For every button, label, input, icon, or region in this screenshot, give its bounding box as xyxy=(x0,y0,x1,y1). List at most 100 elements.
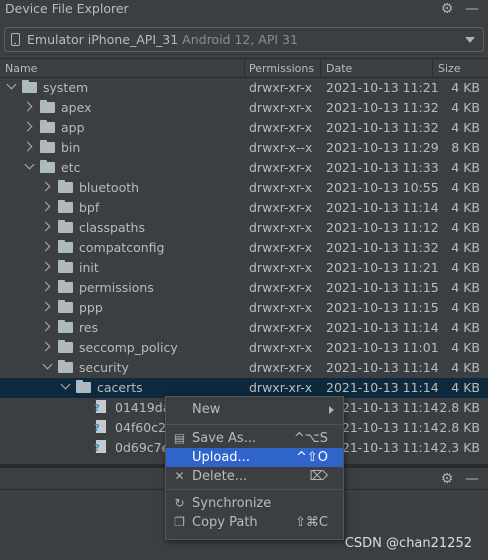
table-row[interactable]: app drwxr-xr-x 2021-10-13 11:32 4 KB xyxy=(0,118,488,138)
chevron-right-icon[interactable] xyxy=(40,241,51,252)
file-size: 4 KB xyxy=(451,120,480,135)
table-row[interactable]: res drwxr-xr-x 2021-10-13 11:14 4 KB xyxy=(0,318,488,338)
column-header-date[interactable]: Date xyxy=(326,62,352,75)
table-row[interactable]: apex drwxr-xr-x 2021-10-13 11:32 4 KB xyxy=(0,98,488,118)
folder-icon xyxy=(58,280,73,293)
sync-icon: ↻ xyxy=(174,496,185,510)
file-name: system xyxy=(43,80,89,95)
table-row[interactable]: security drwxr-xr-x 2021-10-13 11:14 4 KB xyxy=(0,358,488,378)
table-row[interactable]: bpf drwxr-xr-x 2021-10-13 11:14 4 KB xyxy=(0,198,488,218)
folder-icon xyxy=(58,200,73,213)
menu-item-label: Delete... xyxy=(192,469,248,484)
file-date: 2021-10-13 10:55 xyxy=(326,180,439,195)
chevron-down-icon[interactable] xyxy=(24,159,35,170)
menu-item-copy-path[interactable]: ❐ Copy Path ⇧⌘C xyxy=(166,513,343,532)
chevron-down-icon[interactable] xyxy=(42,359,53,370)
file-permissions: drwxr-xr-x xyxy=(249,340,313,355)
phone-icon xyxy=(11,33,20,46)
chevron-right-icon[interactable] xyxy=(22,141,33,152)
file-date: 2021-10-13 11:32 xyxy=(326,120,439,135)
table-row[interactable]: classpaths drwxr-xr-x 2021-10-13 11:12 4 KB xyxy=(0,218,488,238)
table-row[interactable]: bin drwxr-x--x 2021-10-13 11:29 8 KB xyxy=(0,138,488,158)
chevron-right-icon[interactable] xyxy=(40,201,51,212)
column-header-name[interactable]: Name xyxy=(5,62,37,75)
column-header-permissions[interactable]: Permissions xyxy=(249,62,314,75)
table-row[interactable]: ppp drwxr-xr-x 2021-10-13 11:15 4 KB xyxy=(0,298,488,318)
gear-icon[interactable]: ⚙ xyxy=(439,0,455,18)
table-header: Name Permissions Date Size xyxy=(0,58,488,78)
file-name: compatconfig xyxy=(79,240,165,255)
table-row[interactable]: compatconfig drwxr-xr-x 2021-10-13 11:32 4 … xyxy=(0,238,488,258)
file-permissions: drwxr-xr-x xyxy=(249,280,313,295)
device-dropdown[interactable]: Emulator iPhone_API_31 Android 12, API 3… xyxy=(4,27,484,52)
menu-item-upload[interactable]: Upload... ^⇧O xyxy=(166,448,343,467)
table-row[interactable]: init drwxr-xr-x 2021-10-13 11:21 4 KB xyxy=(0,258,488,278)
menu-item-synchronize[interactable]: ↻ Synchronize xyxy=(166,494,343,513)
watermark: CSDN @chan21252 xyxy=(344,536,472,551)
table-row[interactable]: seccomp_policy drwxr-xr-x 2021-10-13 11:01… xyxy=(0,338,488,358)
chevron-right-icon[interactable] xyxy=(22,101,33,112)
menu-item-save-as[interactable]: ▤ Save As... ^⌥S xyxy=(166,429,343,448)
device-info: Android 12, API 31 xyxy=(182,32,298,47)
folder-icon xyxy=(58,360,73,373)
column-divider[interactable] xyxy=(244,59,245,78)
chevron-right-icon[interactable] xyxy=(40,321,51,332)
column-header-size[interactable]: Size xyxy=(438,62,461,75)
table-row[interactable]: permissions drwxr-xr-x 2021-10-13 11:15 4 K… xyxy=(0,278,488,298)
file-permissions: drwxr-xr-x xyxy=(249,240,313,255)
chevron-right-icon[interactable] xyxy=(40,221,51,232)
file-permissions: drwxr-xr-x xyxy=(249,80,313,95)
table-row[interactable]: bluetooth drwxr-xr-x 2021-10-13 10:55 4 KB xyxy=(0,178,488,198)
chevron-right-icon[interactable] xyxy=(40,181,51,192)
folder-icon xyxy=(40,140,55,153)
folder-icon xyxy=(58,300,73,313)
file-permissions: drwxr-xr-x xyxy=(249,180,313,195)
file-date: 2021-10-13 11:14 xyxy=(326,380,439,395)
unknown-file-icon: ? xyxy=(94,440,107,455)
table-row[interactable]: cacerts drwxr-xr-x 2021-10-13 11:14 4 KB xyxy=(0,378,488,398)
gear-icon[interactable]: ⚙ xyxy=(439,470,455,488)
file-date: 2021-10-13 11:21 xyxy=(326,260,439,275)
chevron-right-icon[interactable] xyxy=(40,301,51,312)
column-divider[interactable] xyxy=(432,59,433,78)
table-row[interactable]: system drwxr-xr-x 2021-10-13 11:21 4 KB xyxy=(0,78,488,98)
file-size: 4 KB xyxy=(451,100,480,115)
chevron-down-icon[interactable] xyxy=(60,379,71,390)
file-size: 4 KB xyxy=(451,180,480,195)
file-permissions: drwxr-xr-x xyxy=(249,100,313,115)
menu-item-shortcut: ⌦ xyxy=(309,469,328,484)
menu-item-delete[interactable]: ✕ Delete... ⌦ xyxy=(166,467,343,486)
chevron-right-icon[interactable] xyxy=(40,341,51,352)
menu-item-label: New xyxy=(192,402,221,417)
chevron-right-icon[interactable] xyxy=(22,121,33,132)
file-name: bluetooth xyxy=(79,180,140,195)
chevron-down-icon[interactable] xyxy=(6,79,17,90)
minus-icon[interactable]: — xyxy=(464,0,480,18)
window-title: Device File Explorer xyxy=(5,1,129,16)
file-date: 2021-10-13 11:32 xyxy=(326,240,439,255)
file-name: classpaths xyxy=(79,220,145,235)
file-name: ppp xyxy=(79,300,103,315)
file-permissions: drwxr-xr-x xyxy=(249,160,313,175)
file-name: bpf xyxy=(79,200,100,215)
table-row[interactable]: etc drwxr-xr-x 2021-10-13 11:33 4 KB xyxy=(0,158,488,178)
menu-item-shortcut: ^⌥S xyxy=(293,431,328,446)
file-size: 4 KB xyxy=(451,320,480,335)
chevron-right-icon[interactable] xyxy=(40,281,51,292)
menu-item-new[interactable]: New xyxy=(166,400,343,419)
column-divider[interactable] xyxy=(320,59,321,78)
folder-icon xyxy=(58,180,73,193)
file-name: app xyxy=(61,120,85,135)
minus-icon[interactable]: — xyxy=(464,470,480,488)
file-size: 4 KB xyxy=(451,200,480,215)
file-date: 2021-10-13 11:12 xyxy=(326,220,439,235)
file-permissions: drwxr-xr-x xyxy=(249,260,313,275)
chevron-right-icon[interactable] xyxy=(40,261,51,272)
menu-item-label: Save As... xyxy=(192,431,257,446)
file-date: 2021-10-13 11:14 xyxy=(326,320,439,335)
device-name: Emulator iPhone_API_31 xyxy=(27,32,179,47)
context-menu: New ▤ Save As... ^⌥S Upload... ^⇧O ✕ Delete... ⌦… xyxy=(165,396,344,540)
copy-icon: ❐ xyxy=(174,515,185,529)
file-size: 4 KB xyxy=(451,220,480,235)
file-name: security xyxy=(79,360,129,375)
